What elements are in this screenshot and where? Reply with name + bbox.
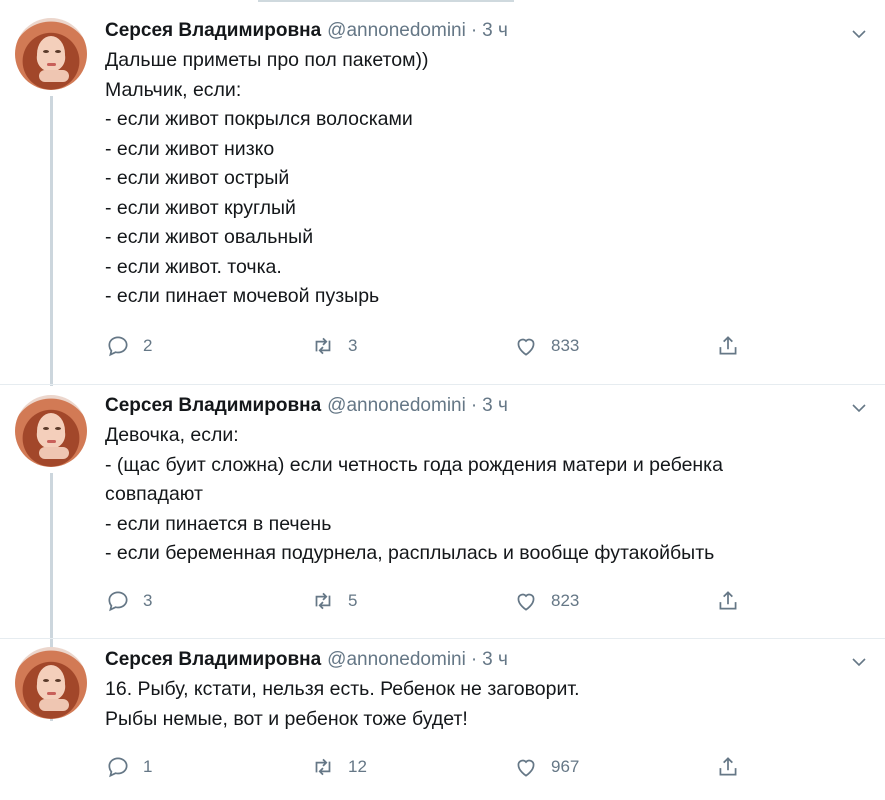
author-handle[interactable]: @annonedomini <box>327 395 466 417</box>
retweet-icon <box>315 758 331 776</box>
author-name[interactable]: Серсея Владимировна <box>105 649 321 671</box>
tweet-line: 16. Рыбу, кстати, нельзя есть. Ребенок н… <box>105 678 580 700</box>
separator-dot: · <box>470 20 478 41</box>
tweet-line: Девочка, если: <box>105 424 239 446</box>
share-button[interactable] <box>715 754 753 780</box>
thread-line <box>50 96 53 386</box>
heart-icon <box>517 759 535 777</box>
author-name[interactable]: Серсея Владимировна <box>105 20 321 42</box>
reply-count: 2 <box>143 336 153 355</box>
like-count: 833 <box>551 336 580 355</box>
tweet-line: Мальчик, если: <box>105 78 242 101</box>
separator-dot: · <box>470 395 478 416</box>
reply-button[interactable]: 1 <box>105 754 152 780</box>
chevron-down-icon[interactable] <box>851 400 867 416</box>
heart-icon <box>517 338 535 356</box>
reply-icon <box>108 591 128 612</box>
reply-icon <box>108 757 128 778</box>
like-button[interactable]: 833 <box>513 333 579 359</box>
like-count: 967 <box>551 757 580 776</box>
retweet-count: 3 <box>348 336 358 355</box>
tweet-actions: 2 3 833 <box>105 333 765 361</box>
share-icon <box>719 757 737 776</box>
tweet-line: - если беременная подурнела, расплылась … <box>105 542 715 564</box>
tweet-header: Серсея Владимировна @annonedomini · 3 ч <box>105 649 865 671</box>
tweet-header: Серсея Владимировна @annonedomini · 3 ч <box>105 20 865 42</box>
tweet-line: - если живот круглый <box>105 196 296 219</box>
tweet-line: - если живот низко <box>105 137 275 160</box>
timestamp[interactable]: 3 ч <box>482 649 508 671</box>
tweet-line: - если живот покрылся волосками <box>105 108 413 130</box>
avatar[interactable] <box>15 18 87 90</box>
tweet-text: Девочка, если: - (щас буит сложна) если … <box>105 421 865 569</box>
tweet-line: совпадают <box>105 483 203 505</box>
tweet-line: - если пинает мочевой пузырь <box>105 285 380 307</box>
tweet-line: Дальше приметы про пол пакетом)) <box>105 49 429 71</box>
share-icon <box>719 591 737 610</box>
tweet-actions: 1 12 967 <box>105 754 765 782</box>
timestamp[interactable]: 3 ч <box>482 395 508 417</box>
avatar[interactable] <box>15 395 87 467</box>
tweet-line: - если живот овальный <box>105 226 314 248</box>
reply-count: 3 <box>143 591 153 610</box>
chevron-down-icon[interactable] <box>851 654 867 670</box>
like-button[interactable]: 823 <box>513 588 579 614</box>
retweet-icon <box>315 337 331 355</box>
tweet-line: - если пинается в печень <box>105 512 332 535</box>
heart-icon <box>517 593 535 611</box>
share-icon <box>719 336 737 355</box>
author-handle[interactable]: @annonedomini <box>327 649 466 671</box>
tweet-line: - если живот острый <box>105 167 290 189</box>
retweet-button[interactable]: 12 <box>310 754 367 780</box>
author-handle[interactable]: @annonedomini <box>327 20 466 42</box>
tweet-line: Рыбы немые, вот и ребенок тоже будет! <box>105 707 468 730</box>
reply-icon <box>108 336 128 357</box>
reply-button[interactable]: 3 <box>105 588 152 614</box>
tweet-line: - (щас буит сложна) если четность года р… <box>105 453 723 476</box>
author-name[interactable]: Серсея Владимировна <box>105 395 321 417</box>
share-button[interactable] <box>715 333 753 359</box>
chevron-down-icon[interactable] <box>851 26 867 42</box>
top-divider <box>258 0 514 2</box>
separator-dot: · <box>470 649 478 670</box>
retweet-count: 12 <box>348 757 367 776</box>
retweet-button[interactable]: 5 <box>310 588 357 614</box>
tweet-text: 16. Рыбу, кстати, нельзя есть. Ребенок н… <box>105 675 865 734</box>
retweet-icon <box>315 592 331 610</box>
retweet-button[interactable]: 3 <box>310 333 357 359</box>
like-button[interactable]: 967 <box>513 754 579 780</box>
reply-count: 1 <box>143 757 153 776</box>
reply-button[interactable]: 2 <box>105 333 152 359</box>
timestamp[interactable]: 3 ч <box>482 20 508 42</box>
avatar[interactable] <box>15 647 87 719</box>
tweet-separator <box>0 384 885 385</box>
share-button[interactable] <box>715 588 753 614</box>
tweet-header: Серсея Владимировна @annonedomini · 3 ч <box>105 395 865 417</box>
tweet-actions: 3 5 823 <box>105 588 765 616</box>
tweet-separator <box>0 638 885 639</box>
tweet-line: - если живот. точка. <box>105 255 282 278</box>
like-count: 823 <box>551 591 580 610</box>
retweet-count: 5 <box>348 591 358 610</box>
tweet-text: Дальше приметы про пол пакетом)) Мальчик… <box>105 46 865 312</box>
